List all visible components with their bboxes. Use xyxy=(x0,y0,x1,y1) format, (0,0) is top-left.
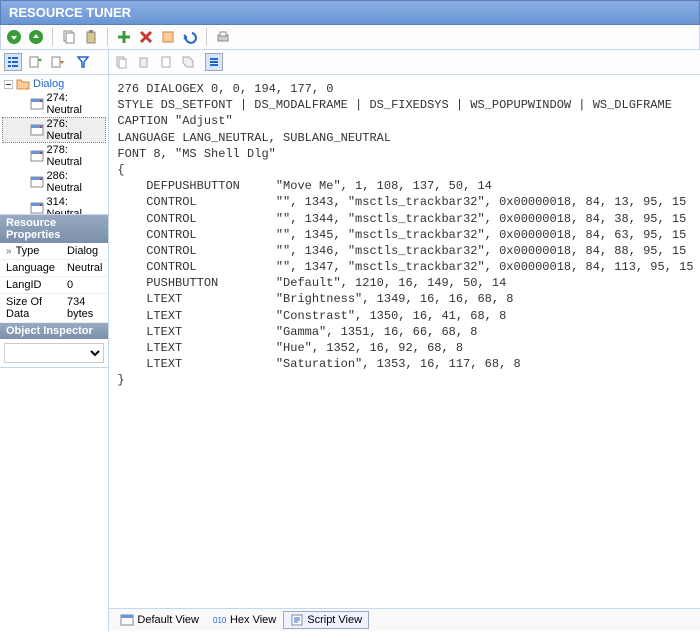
tag-icon[interactable] xyxy=(179,53,197,71)
filter-icon[interactable] xyxy=(74,53,92,71)
tree-item-label: 286: Neutral xyxy=(47,170,105,194)
copy-icon[interactable] xyxy=(60,28,78,46)
undo-icon[interactable] xyxy=(181,28,199,46)
delete-icon[interactable] xyxy=(137,28,155,46)
right-panel: 276 DIALOGEX 0, 0, 194, 177, 0 STYLE DS_… xyxy=(109,50,700,631)
left-panel: Dialog 274: Neutral276: Neutral278: Neut… xyxy=(0,50,109,631)
properties-table: TypeDialogLanguageNeutralLangID0Size Of … xyxy=(0,243,108,323)
paste-icon[interactable] xyxy=(82,28,100,46)
inspector-body xyxy=(0,339,108,368)
tree-root-label: Dialog xyxy=(33,78,64,90)
dialog-icon xyxy=(30,202,44,214)
property-key: LangID xyxy=(0,277,61,294)
property-key: Language xyxy=(0,260,61,277)
paste-icon[interactable] xyxy=(135,53,153,71)
resource-tree[interactable]: Dialog 274: Neutral276: Neutral278: Neut… xyxy=(0,75,108,215)
tree-item[interactable]: 314: Neutral xyxy=(2,195,106,215)
tree-item[interactable]: 276: Neutral xyxy=(2,117,106,143)
down-arrow-icon[interactable] xyxy=(5,28,23,46)
lines-view-icon[interactable] xyxy=(205,53,223,71)
property-row: Size Of Data734 bytes xyxy=(0,294,108,323)
view-tabs: Default View 010 Hex View Script View xyxy=(109,608,700,631)
tree-item-label: 278: Neutral xyxy=(47,144,105,168)
dialog-icon xyxy=(120,614,134,626)
main-toolbar xyxy=(0,25,700,50)
property-value: Dialog xyxy=(61,243,108,260)
right-toolbar xyxy=(109,50,700,75)
property-key: Size Of Data xyxy=(0,294,61,323)
properties-header: Resource Properties xyxy=(0,215,108,243)
property-value: 0 xyxy=(61,277,108,294)
copy-icon[interactable] xyxy=(113,53,131,71)
property-key: Type xyxy=(0,243,61,260)
svg-text:010: 010 xyxy=(213,616,227,625)
script-icon xyxy=(290,614,304,626)
dialog-icon xyxy=(30,124,44,136)
up-arrow-icon[interactable] xyxy=(27,28,45,46)
tree-item[interactable]: 278: Neutral xyxy=(2,143,106,169)
dialog-icon xyxy=(30,98,44,110)
hex-icon: 010 xyxy=(213,614,227,626)
script-view-area[interactable]: 276 DIALOGEX 0, 0, 194, 177, 0 STYLE DS_… xyxy=(109,75,700,608)
print-icon[interactable] xyxy=(214,28,232,46)
tree-item-label: 314: Neutral xyxy=(47,196,105,215)
list-icon[interactable] xyxy=(4,53,22,71)
dialog-icon xyxy=(30,150,44,162)
tab-script-view[interactable]: Script View xyxy=(283,611,369,629)
tree-item[interactable]: 286: Neutral xyxy=(2,169,106,195)
left-toolbar xyxy=(0,50,108,75)
property-row: LanguageNeutral xyxy=(0,260,108,277)
property-row: TypeDialog xyxy=(0,243,108,260)
tree-item-label: 274: Neutral xyxy=(47,92,105,116)
collapse-icon[interactable] xyxy=(4,80,13,89)
inspector-blank xyxy=(0,368,108,631)
refresh-icon[interactable] xyxy=(26,53,44,71)
tab-hex-view[interactable]: 010 Hex View xyxy=(206,611,283,629)
property-row: LangID0 xyxy=(0,277,108,294)
inspector-select[interactable] xyxy=(4,343,104,363)
tab-default-view[interactable]: Default View xyxy=(113,611,206,629)
inspector-header: Object Inspector xyxy=(0,323,108,339)
app-title: RESOURCE TUNER xyxy=(9,5,131,20)
add-icon[interactable] xyxy=(115,28,133,46)
edit-icon[interactable] xyxy=(159,28,177,46)
property-value: 734 bytes xyxy=(61,294,108,323)
tree-root-dialog[interactable]: Dialog xyxy=(2,77,106,91)
export-icon[interactable] xyxy=(48,53,66,71)
folder-open-icon xyxy=(16,78,30,90)
property-value: Neutral xyxy=(61,260,108,277)
tree-item-label: 276: Neutral xyxy=(47,118,105,142)
doc-icon[interactable] xyxy=(157,53,175,71)
dialog-icon xyxy=(30,176,44,188)
tree-item[interactable]: 274: Neutral xyxy=(2,91,106,117)
app-titlebar: RESOURCE TUNER xyxy=(0,0,700,25)
